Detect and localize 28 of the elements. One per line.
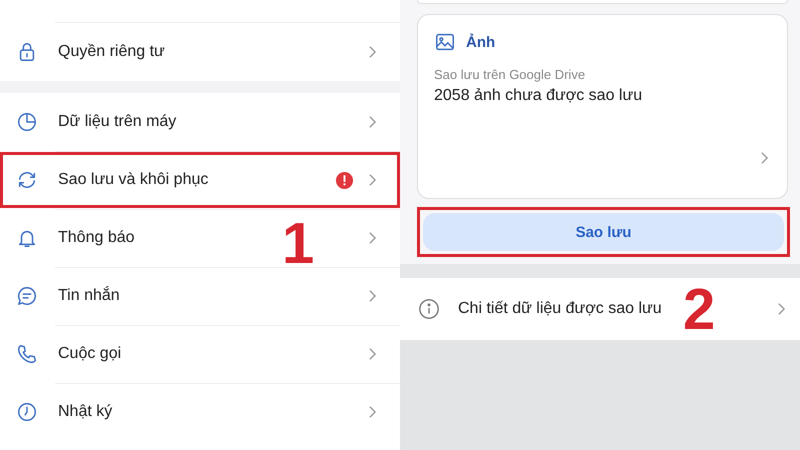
chevron-icon xyxy=(368,45,377,59)
settings-item[interactable]: Dữ liệu trên máy xyxy=(0,94,400,150)
chevron-icon xyxy=(368,405,377,419)
info-icon xyxy=(418,298,440,320)
chevron-icon xyxy=(760,151,769,165)
details-row[interactable]: Chi tiết dữ liệu được sao lưu 2 xyxy=(400,278,800,340)
settings-item[interactable]: Sao lưu và khôi phục xyxy=(0,152,400,208)
card-subtitle: Sao lưu trên Google Drive xyxy=(434,67,586,82)
pie-chart-icon xyxy=(16,111,38,133)
chat-bubble-icon xyxy=(16,285,38,307)
backup-status: 2058 ảnh chưa được sao lưu xyxy=(434,87,644,105)
settings-item[interactable]: Cuộc gọi xyxy=(0,326,400,382)
chevron-icon xyxy=(368,231,377,245)
chevron-icon xyxy=(368,347,377,361)
chevron-icon xyxy=(368,115,377,129)
chevron-icon xyxy=(777,302,786,316)
chevron-icon xyxy=(368,173,377,187)
step-number: 2 xyxy=(683,281,716,339)
card-title: Ảnh xyxy=(466,34,496,50)
chevron-icon xyxy=(368,289,377,303)
photos-card[interactable]: Ảnh Sao lưu trên Google Drive 2058 ảnh chưa được sao lưu xyxy=(417,14,788,199)
backup-button[interactable]: Sao lưu xyxy=(423,213,784,251)
sync-icon xyxy=(16,169,38,191)
settings-item[interactable]: Quyền riêng tư xyxy=(0,24,400,80)
clock-icon xyxy=(16,401,38,423)
settings-item[interactable]: Nhật ký xyxy=(0,384,400,440)
image-icon xyxy=(434,31,456,53)
phone-icon xyxy=(16,343,38,365)
